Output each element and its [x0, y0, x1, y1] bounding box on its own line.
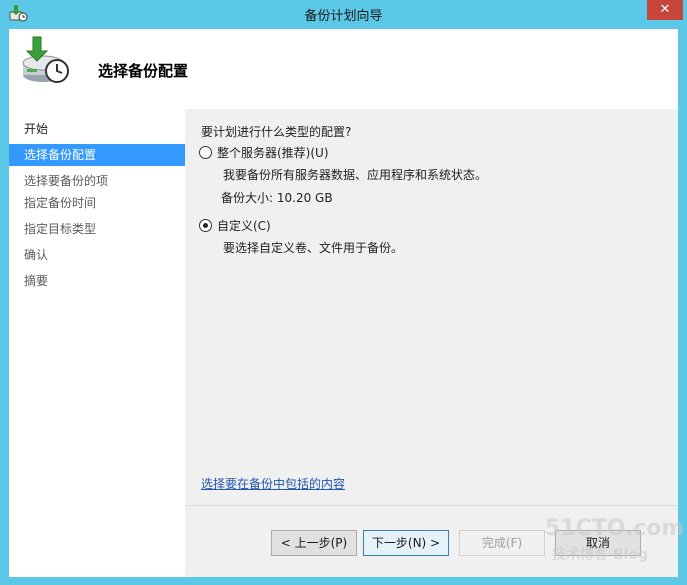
select-backup-content-link[interactable]: 选择要在备份中包括的内容	[201, 475, 345, 492]
custom-label[interactable]: 自定义(C)	[217, 217, 271, 234]
step-select-backup-config[interactable]: 选择备份配置	[9, 144, 185, 166]
watermark-logo: 51CTO.com	[545, 516, 685, 541]
wizard-header: 选择备份配置	[9, 29, 678, 109]
backup-schedule-icon	[22, 36, 69, 83]
step-select-items[interactable]: 选择要备份的项	[9, 170, 185, 192]
finish-button[interactable]: 完成(F)	[459, 530, 545, 556]
page-title: 选择备份配置	[98, 62, 189, 80]
full-server-radio[interactable]	[199, 146, 212, 159]
next-button[interactable]: 下一步(N) >	[363, 530, 449, 556]
config-question: 要计划进行什么类型的配置?	[201, 125, 352, 139]
title-bar[interactable]: 备份计划向导 ✕	[0, 0, 687, 28]
full-server-description: 我要备份所有服务器数据、应用程序和系统状态。	[223, 168, 488, 182]
backup-size-text: 备份大小: 10.20 GB	[221, 191, 333, 205]
wizard-window: 备份计划向导 ✕ 选择备份配置 开始 选择备份配置 选择要备份的项 指定备份时间…	[0, 0, 687, 585]
wizard-content: 要计划进行什么类型的配置? 整个服务器(推荐)(U) 我要备份所有服务器数据、应…	[185, 109, 678, 577]
step-confirm[interactable]: 确认	[9, 244, 185, 266]
window-title: 备份计划向导	[304, 9, 383, 24]
watermark-caption: 技术博客 Blog	[552, 547, 648, 563]
button-separator	[185, 505, 678, 506]
full-server-label[interactable]: 整个服务器(推荐)(U)	[217, 144, 329, 161]
close-button[interactable]: ✕	[647, 0, 683, 20]
step-summary[interactable]: 摘要	[9, 270, 185, 292]
back-button[interactable]: < 上一步(P)	[271, 530, 357, 556]
client-area: 选择备份配置 开始 选择备份配置 选择要备份的项 指定备份时间 指定目标类型 确…	[9, 29, 678, 577]
step-specify-time[interactable]: 指定备份时间	[9, 192, 185, 214]
step-destination-type[interactable]: 指定目标类型	[9, 218, 185, 240]
custom-description: 要选择自定义卷、文件用于备份。	[223, 241, 404, 255]
wizard-steps-sidebar: 开始 选择备份配置 选择要备份的项 指定备份时间 指定目标类型 确认 摘要	[9, 109, 185, 577]
step-start[interactable]: 开始	[9, 118, 185, 140]
custom-radio[interactable]	[199, 219, 212, 232]
